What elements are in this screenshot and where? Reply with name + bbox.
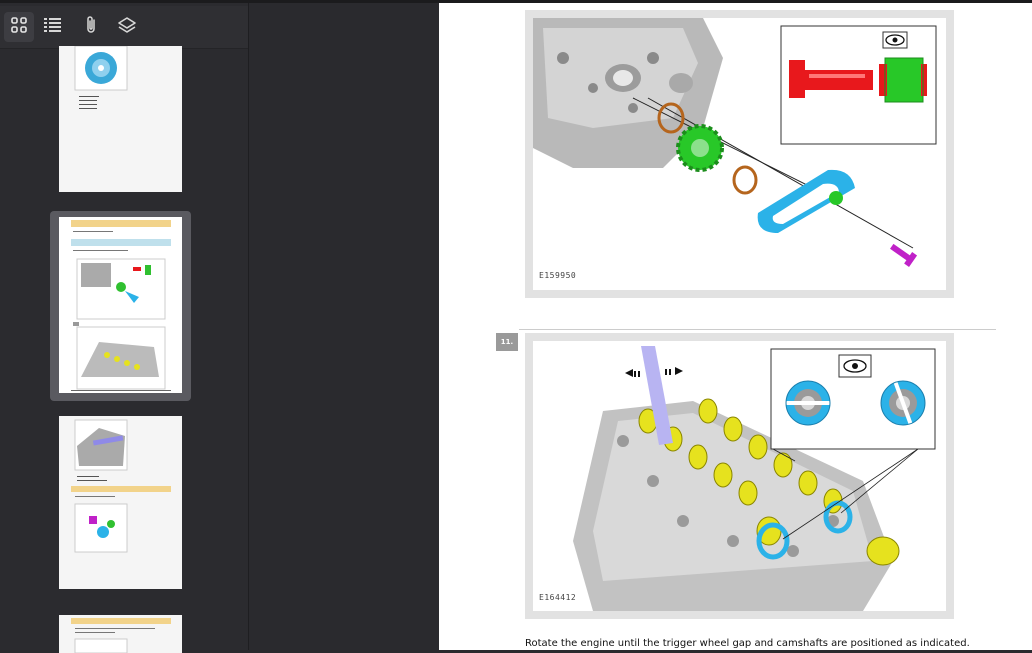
grid-icon	[10, 16, 28, 38]
figure-2-label: E164412	[539, 593, 577, 602]
outline-view-button[interactable]	[38, 12, 68, 42]
page-thumbnail-preview	[71, 618, 171, 653]
step-instruction-text: Rotate the engine until the trigger whee…	[525, 638, 970, 649]
sidebar-toolbar	[0, 6, 248, 49]
page-thumbnail-2[interactable]	[59, 217, 182, 393]
viewer-background	[249, 3, 438, 650]
thumbnails-view-button[interactable]	[4, 12, 34, 42]
document-page[interactable]: E159950 11. E164412 Rotate the engine un…	[439, 3, 1032, 650]
page-thumbnail-4[interactable]	[59, 615, 182, 653]
list-icon	[43, 16, 63, 38]
figure-2: E164412	[525, 333, 954, 619]
page-thumbnail-preview	[71, 220, 171, 391]
step-number-badge: 11.	[496, 333, 518, 351]
attachments-view-button[interactable]	[76, 12, 106, 42]
page-thumbnail-3[interactable]	[59, 416, 182, 589]
figure-1-label: E159950	[539, 271, 577, 280]
page-thumbnail-preview	[71, 419, 171, 553]
paperclip-icon	[83, 15, 99, 39]
step-divider	[519, 329, 996, 330]
figure-1: E159950	[525, 10, 954, 298]
thumbnail-sidebar[interactable]	[0, 3, 248, 653]
page-thumbnail-preview	[74, 46, 128, 109]
figure-1-illustration: E159950	[533, 18, 946, 290]
figure-2-illustration: E164412	[533, 341, 946, 611]
page-thumbnail-1[interactable]	[59, 46, 182, 192]
layers-icon	[117, 16, 137, 38]
layers-view-button[interactable]	[112, 12, 142, 42]
